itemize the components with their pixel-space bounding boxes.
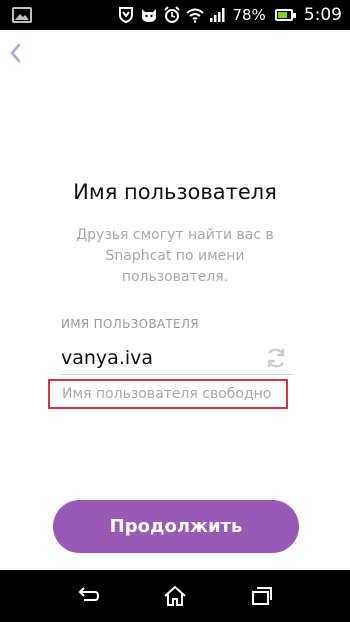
cat-icon xyxy=(142,9,157,22)
status-bar: 78% 5:09 xyxy=(0,0,350,30)
hearing-icon xyxy=(119,7,134,24)
navigation-bar xyxy=(0,570,350,622)
username-field-label: ИМЯ ПОЛЬЗОВАТЕЛЯ xyxy=(61,317,199,331)
chevron-left-icon[interactable] xyxy=(8,42,24,64)
username-underline xyxy=(61,374,293,375)
gallery-icon xyxy=(12,7,32,23)
status-icons: 78% 5:09 xyxy=(117,0,342,30)
wifi-icon xyxy=(186,8,205,23)
page-subtitle: Друзья смогут найти вас в Snaphcat по им… xyxy=(76,227,274,285)
availability-message-box: Имя пользователя свободно xyxy=(48,379,288,409)
continue-button[interactable]: Продолжить xyxy=(53,500,299,553)
alarm-icon xyxy=(164,6,181,23)
availability-message: Имя пользователя свободно xyxy=(62,386,272,402)
username-input[interactable] xyxy=(61,342,291,374)
home-icon[interactable] xyxy=(162,584,188,608)
clock: 5:09 xyxy=(303,5,342,25)
battery-fill xyxy=(277,12,287,18)
signal-icon xyxy=(210,8,225,22)
recent-apps-icon[interactable] xyxy=(249,584,275,608)
back-icon[interactable] xyxy=(75,584,101,608)
refresh-icon[interactable] xyxy=(264,346,288,370)
page-title: Имя пользователя xyxy=(73,180,277,204)
battery-percent: 78% xyxy=(232,6,266,24)
battery-icon xyxy=(274,9,296,21)
